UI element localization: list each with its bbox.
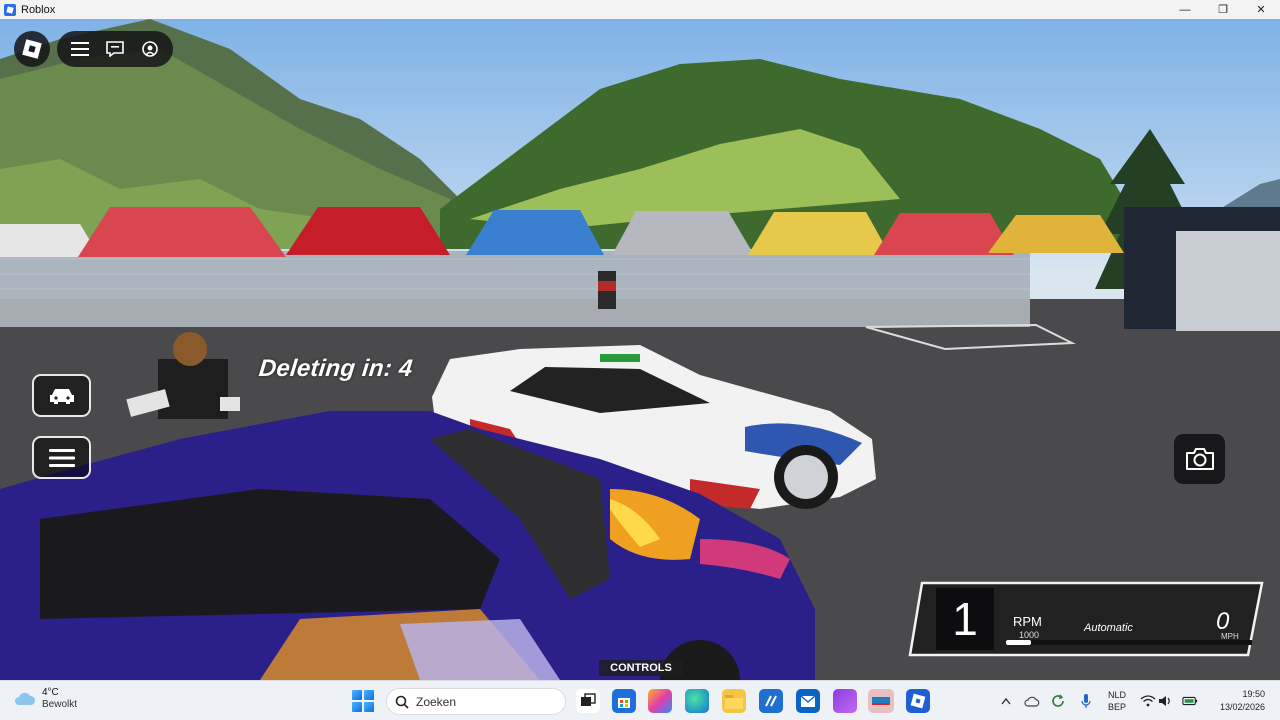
refresh-icon[interactable]: [1050, 693, 1066, 709]
roblox-menu-button[interactable]: [14, 31, 50, 67]
edge-icon[interactable]: [685, 689, 709, 713]
rpm-value: 1000: [1019, 630, 1040, 640]
weather-condition: Bewolkt: [42, 699, 78, 710]
car-spawn-button[interactable]: [32, 374, 91, 417]
canopy-red-1: [78, 207, 286, 257]
outlook-icon[interactable]: [796, 689, 820, 713]
window-titlebar: Roblox — ❐ ✕: [0, 0, 1280, 19]
cloud-icon: [15, 692, 36, 705]
system-clock[interactable]: 19:50 13/02/2026: [1207, 688, 1265, 714]
rpm-label: RPM: [1013, 614, 1042, 629]
controls-button[interactable]: CONTROLS: [599, 660, 683, 676]
hamburger-menu-icon[interactable]: [67, 36, 93, 62]
start-button[interactable]: [352, 690, 374, 712]
app-purple-icon[interactable]: [833, 689, 857, 713]
deleting-countdown-text: Deleting in: 4: [257, 355, 414, 382]
vscode-icon[interactable]: [759, 689, 783, 713]
clock-time: 19:50: [1242, 689, 1265, 699]
keyboard-layout: BEP: [1108, 702, 1127, 712]
camera-icon: [1185, 448, 1214, 470]
rpm-bar-fill: [1006, 640, 1031, 645]
clock-date: 13/02/2026: [1219, 702, 1265, 712]
close-button[interactable]: ✕: [1242, 0, 1280, 19]
volume-icon[interactable]: [1158, 693, 1174, 709]
taskbar-search[interactable]: Zoeken: [386, 688, 566, 715]
car-icon: [49, 388, 74, 404]
roblox-app-icon: [4, 3, 16, 16]
weather-temperature: 4°C: [42, 687, 59, 698]
rpm-bar: [1006, 640, 1252, 645]
windows-taskbar: 4°C Bewolkt Zoeken NLD BEP 19:50 13/02/2…: [0, 680, 1280, 720]
window-controls: — ❐ ✕: [1166, 0, 1280, 19]
search-icon: [395, 695, 409, 709]
copilot-icon[interactable]: [648, 689, 672, 713]
minimize-button[interactable]: —: [1166, 0, 1204, 19]
microphone-icon[interactable]: [1078, 693, 1094, 709]
player-avatar: [158, 359, 228, 419]
language-indicator[interactable]: NLD BEP: [1108, 689, 1126, 713]
chevron-up-icon[interactable]: [998, 693, 1014, 709]
cloud-sync-icon[interactable]: [1024, 693, 1040, 709]
app-active-icon[interactable]: [868, 689, 894, 713]
transmission-mode: Automatic: [1084, 622, 1133, 634]
gear-indicator: 1: [936, 588, 994, 650]
maximize-button[interactable]: ❐: [1204, 0, 1242, 19]
task-view-icon[interactable]: [576, 689, 600, 713]
roblox-app-icon[interactable]: [906, 689, 930, 713]
window-title: Roblox: [21, 3, 56, 16]
battery-icon[interactable]: [1182, 693, 1198, 709]
search-placeholder: Zoeken: [416, 694, 457, 709]
speed-unit: MPH: [1221, 632, 1239, 641]
voice-icon[interactable]: [137, 36, 163, 62]
chat-icon[interactable]: [102, 36, 128, 62]
menu-icon: [48, 448, 75, 467]
roblox-logo-icon: [22, 39, 42, 59]
windows-logo-icon: [352, 690, 362, 700]
store-icon[interactable]: [612, 689, 636, 713]
camera-button[interactable]: [1174, 434, 1225, 484]
language-code: NLD: [1108, 690, 1127, 700]
roblox-topbar-pill: [57, 31, 173, 67]
wifi-icon[interactable]: [1140, 693, 1156, 709]
game-menu-button[interactable]: [32, 436, 91, 479]
weather-widget[interactable]: 4°C Bewolkt: [14, 687, 77, 711]
file-explorer-icon[interactable]: [722, 689, 746, 713]
